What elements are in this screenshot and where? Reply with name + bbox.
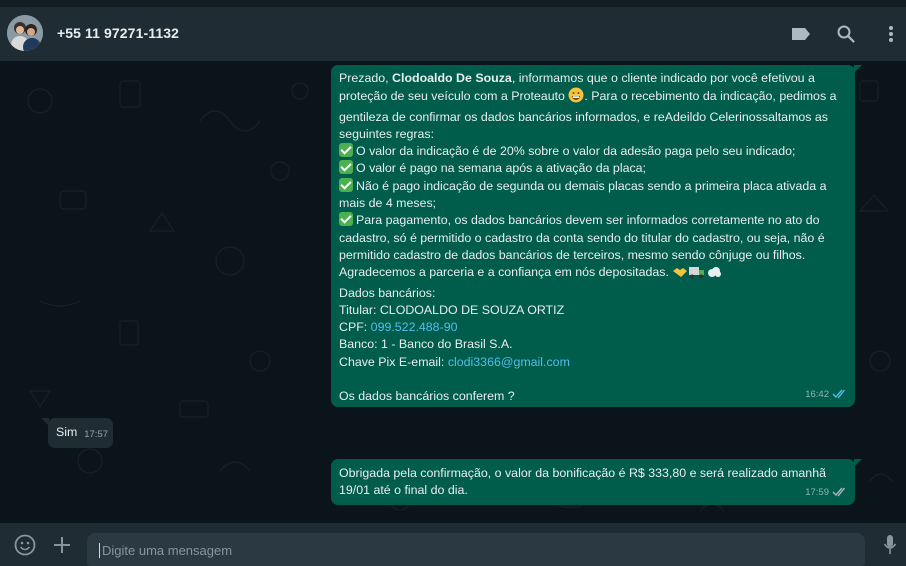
input-placeholder: Digite uma mensagem [102,543,233,558]
cpf-phone-link[interactable]: 099.522.488-90 [371,320,458,334]
contact-name[interactable]: +55 11 97271-1132 [57,25,179,41]
window-top-strip [0,0,906,7]
message-text: Não é pago indicação de segunda ou demai… [356,178,827,193]
message-text: CPF: [339,320,371,335]
message-line: Os dados bancários conferem ? [339,389,515,404]
check-mark-icon [339,143,353,158]
label-icon[interactable] [788,21,814,47]
chat-area: Prezado, Clodoaldo De Souza, informamos … [0,61,906,523]
contact-avatar[interactable] [7,15,43,51]
check-mark-icon [339,160,353,175]
message-time: 17:59 [805,486,829,498]
message-time: 17:57 [84,428,108,440]
dash-emoji-icon [706,265,722,284]
message-text: Para pagamento, os dados bancários devem… [356,213,820,228]
message-time: 16:42 [805,388,829,400]
bubble-tail [41,418,49,426]
check-mark-icon [339,212,353,227]
message-line: proteção de seu veículo com a Proteauto … [339,87,847,108]
attach-plus-icon[interactable] [48,531,76,559]
message-line: Banco: 1 - Banco do Brasil S.A. [339,337,513,352]
message-meta: 17:59 [805,484,848,501]
message-text: Agradecemos a parceria e a confiança em … [339,265,669,280]
truck-emoji-icon [688,265,706,284]
message-line: Chave Pix E-email: clodi3366@gmail.com [339,354,847,371]
search-icon[interactable] [833,21,859,47]
email-link[interactable]: clodi3366@gmail.com [448,355,570,369]
message-line: CPF: 099.522.488-90 [339,319,847,336]
handshake-emoji-icon [672,265,688,284]
message-line: Agradecemos a parceria e a confiança em … [339,264,847,284]
chat-header: +55 11 97271-1132 [0,7,906,61]
rule-line: Não é pago indicação de segunda ou demai… [339,177,847,195]
message-text: Prezado, [339,71,393,85]
rule-line: O valor é pago na semana após a ativação… [339,160,847,177]
message-line: Titular: CLODOALDO DE SOUZA ORTIZ [339,302,565,317]
message-line: Prezado, Clodoaldo De Souza, informamos … [339,70,847,87]
message-meta: 16:42 [805,386,848,403]
message-incoming-1[interactable]: Sim 17:57 [41,418,113,448]
message-line: seguintes regras: [339,126,435,141]
message-line: Obrigada pela confirmação, o valor da bo… [339,466,826,480]
bubble-tail [854,65,862,73]
menu-icon[interactable] [878,21,904,47]
message-text: . Para o recebimento da indicação, pedim… [584,89,837,104]
message-text: proteção de seu veículo com a Proteauto [339,89,565,104]
message-outgoing-1[interactable]: Prezado, Clodoaldo De Souza, informamos … [331,65,862,407]
message-text: O valor é pago na semana após a ativação… [356,161,646,176]
emoji-icon[interactable] [11,531,39,559]
client-name: Clodoaldo De Souza [392,71,512,85]
message-text: , informamos que o cliente indicado por … [511,71,815,85]
microphone-icon[interactable] [876,531,904,559]
message-line: gentileza de confirmar os dados bancário… [339,109,829,124]
read-double-check-icon [832,487,846,497]
composer-bar: Digite uma mensagem [0,523,906,566]
message-input[interactable]: Digite uma mensagem [87,533,865,566]
check-mark-icon [339,177,353,192]
message-text: Sim [56,425,78,439]
bubble-tail [854,459,862,467]
message-text: O valor da indicação é de 20% sobre o va… [356,144,796,159]
message-line: cadastro, só é permitido o cadastro da c… [339,230,825,245]
grinning-face-emoji-icon [568,87,584,108]
message-line: 19/01 até o final do dia. [339,483,468,498]
rule-line: O valor da indicação é de 20% sobre o va… [339,143,847,160]
text-cursor [99,543,100,558]
message-line: mais de 4 meses; [339,196,437,211]
read-double-check-icon [832,389,846,399]
message-line: permitido cadastro de dados bancários de… [339,247,806,262]
rule-line: Para pagamento, os dados bancários devem… [339,212,847,229]
message-line: Dados bancários: [339,285,436,300]
message-text: Chave Pix E-email: [339,354,448,369]
message-outgoing-2[interactable]: Obrigada pela confirmação, o valor da bo… [331,459,862,505]
